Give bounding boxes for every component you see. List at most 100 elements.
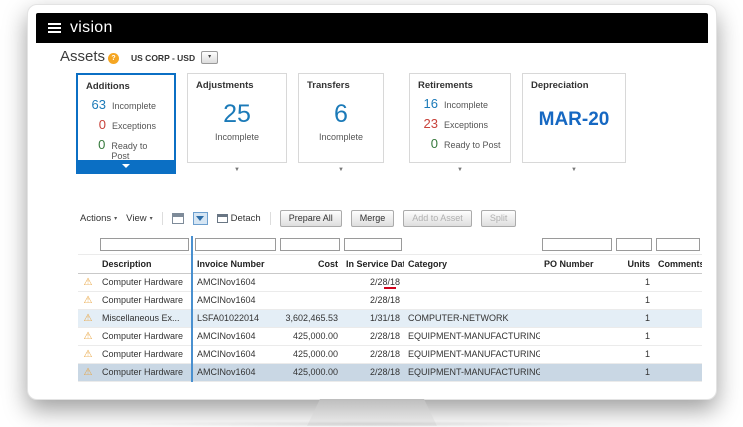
column-header-category[interactable]: Category (404, 254, 540, 273)
detach-label: Detach (231, 213, 261, 224)
cell-in-service-date: 1/31/18 (342, 309, 404, 327)
detach-control[interactable]: Detach (217, 213, 261, 224)
header-row: Description Invoice Number Cost In Servi… (78, 254, 702, 273)
tile-collapse-caret[interactable]: ▼ (457, 167, 463, 175)
query-by-example-icon[interactable] (193, 212, 208, 225)
help-icon[interactable]: ? (108, 53, 119, 64)
add-to-asset-button[interactable]: Add to Asset (403, 210, 472, 227)
filter-units-input[interactable] (616, 238, 652, 251)
infotile-retirements: Retirements 16 Incomplete 23 Exceptions … (409, 73, 511, 175)
row-warning-icon: ⚠ (78, 327, 98, 345)
view-menu[interactable]: View ▾ (126, 213, 152, 224)
retirements-ready-count: 0 (418, 136, 438, 151)
cell-invoice-number: AMCINov1604 (192, 273, 278, 291)
filter-in-service-date-input[interactable] (344, 238, 402, 251)
infotile-transfers: Transfers 6 Incomplete ▼ (298, 73, 384, 175)
cell-invoice-number: AMCINov1604 (192, 345, 278, 363)
retirements-exceptions-count: 23 (418, 116, 438, 131)
cell-invoice-number: LSFA01022014 (192, 309, 278, 327)
cell-description: Computer Hardware (98, 327, 192, 345)
detach-icon (217, 214, 228, 223)
retirements-incomplete-count: 16 (418, 96, 438, 111)
stat-row: 23 Exceptions (418, 116, 502, 131)
caret-down-icon: ▾ (150, 215, 153, 222)
table-row[interactable]: ⚠ Computer Hardware AMCINov1604 425,000.… (78, 363, 702, 381)
column-header-comments[interactable]: Comments (654, 254, 702, 273)
floor-shadow (120, 421, 620, 427)
table-row[interactable]: ⚠ Computer Hardware AMCINov1604 2/28/18 … (78, 291, 702, 309)
infotile-retirements-card[interactable]: Retirements 16 Incomplete 23 Exceptions … (409, 73, 511, 163)
tile-title: Additions (86, 81, 166, 92)
screen: vision Assets ? US CORP - USD ▾ Addition… (36, 13, 708, 391)
merge-button[interactable]: Merge (351, 210, 395, 227)
row-warning-icon: ⚠ (78, 273, 98, 291)
column-header-units[interactable]: Units (614, 254, 654, 273)
table-row[interactable]: ⚠ Miscellaneous Ex... LSFA01022014 3,602… (78, 309, 702, 327)
stat-label: Exceptions (444, 120, 488, 130)
cell-comments (654, 291, 702, 309)
asset-book-dropdown[interactable]: ▾ (201, 51, 218, 64)
row-warning-icon: ⚠ (78, 291, 98, 309)
toolbar-separator (162, 212, 163, 225)
table-row[interactable]: ⚠ Computer Hardware AMCINov1604 425,000.… (78, 327, 702, 345)
column-header-invoice-number[interactable]: Invoice Number (192, 254, 278, 273)
stat-label: Incomplete (444, 100, 488, 110)
infotile-adjustments-card[interactable]: Adjustments 25 Incomplete (187, 73, 287, 163)
filter-description-input[interactable] (100, 238, 189, 251)
cell-comments (654, 345, 702, 363)
column-header-description[interactable]: Description (98, 254, 192, 273)
freeze-columns-icon[interactable] (172, 213, 184, 224)
monitor-frame: vision Assets ? US CORP - USD ▾ Addition… (27, 4, 717, 400)
infotile-depreciation: Depreciation MAR-20 ▼ (522, 73, 626, 175)
filter-comments-input[interactable] (656, 238, 700, 251)
asset-table-body: ⚠ Computer Hardware AMCINov1604 2/28/18 … (78, 273, 702, 381)
split-button[interactable]: Split (481, 210, 517, 227)
hamburger-menu-icon[interactable] (48, 23, 61, 33)
filter-cost-input[interactable] (280, 238, 340, 251)
infotile-additions-card[interactable]: Additions 63 Incomplete 0 Exceptions 0 R… (76, 73, 176, 174)
actions-menu[interactable]: Actions ▾ (80, 213, 117, 224)
filter-po-number-input[interactable] (542, 238, 612, 251)
cell-description: Miscellaneous Ex... (98, 309, 192, 327)
filter-invoice-number-input[interactable] (195, 238, 276, 251)
cell-category: EQUIPMENT-MANUFACTURING (404, 345, 540, 363)
infotile-transfers-card[interactable]: Transfers 6 Incomplete (298, 73, 384, 163)
cell-cost: 425,000.00 (278, 345, 342, 363)
cell-in-service-date: 2/28/18 (342, 291, 404, 309)
cell-comments (654, 309, 702, 327)
cell-invoice-number: AMCINov1604 (192, 363, 278, 381)
cell-comments (654, 363, 702, 381)
tile-title: Transfers (307, 80, 375, 91)
transfers-incomplete-count: 6 (307, 100, 375, 129)
selected-tile-indicator (78, 160, 174, 172)
cell-in-service-date: 2/28/18 (342, 345, 404, 363)
table-row[interactable]: ⚠ Computer Hardware AMCINov1604 2/28/18 … (78, 273, 702, 291)
row-warning-icon: ⚠ (78, 363, 98, 381)
cell-po-number (540, 345, 614, 363)
actions-menu-label: Actions (80, 213, 111, 224)
cell-invoice-number: AMCINov1604 (192, 327, 278, 345)
column-header-in-service-date[interactable]: In Service Date (342, 254, 404, 273)
infotile-additions: Additions 63 Incomplete 0 Exceptions 0 R… (76, 73, 176, 186)
row-warning-icon: ⚠ (78, 345, 98, 363)
tile-collapse-caret[interactable]: ▼ (571, 167, 577, 175)
cell-in-service-date: 2/28/18 (342, 273, 404, 291)
cell-po-number (540, 273, 614, 291)
infotile-depreciation-card[interactable]: Depreciation MAR-20 (522, 73, 626, 163)
big-label: Incomplete (307, 132, 375, 142)
table-row[interactable]: ⚠ Computer Hardware AMCINov1604 425,000.… (78, 345, 702, 363)
asset-table: Description Invoice Number Cost In Servi… (78, 236, 702, 382)
tile-collapse-caret[interactable]: ▼ (234, 167, 240, 175)
cell-units: 1 (614, 309, 654, 327)
cell-comments (654, 327, 702, 345)
cell-in-service-date: 2/28/18 (342, 327, 404, 345)
prepare-all-button[interactable]: Prepare All (280, 210, 342, 227)
tile-collapse-caret[interactable]: ▼ (338, 167, 344, 175)
column-header-po-number[interactable]: PO Number (540, 254, 614, 273)
cell-category (404, 291, 540, 309)
cell-description: Computer Hardware (98, 363, 192, 381)
depreciation-period: MAR-20 (531, 109, 617, 131)
stat-row: 63 Incomplete (86, 97, 166, 112)
tile-title: Adjustments (196, 80, 278, 91)
column-header-cost[interactable]: Cost (278, 254, 342, 273)
